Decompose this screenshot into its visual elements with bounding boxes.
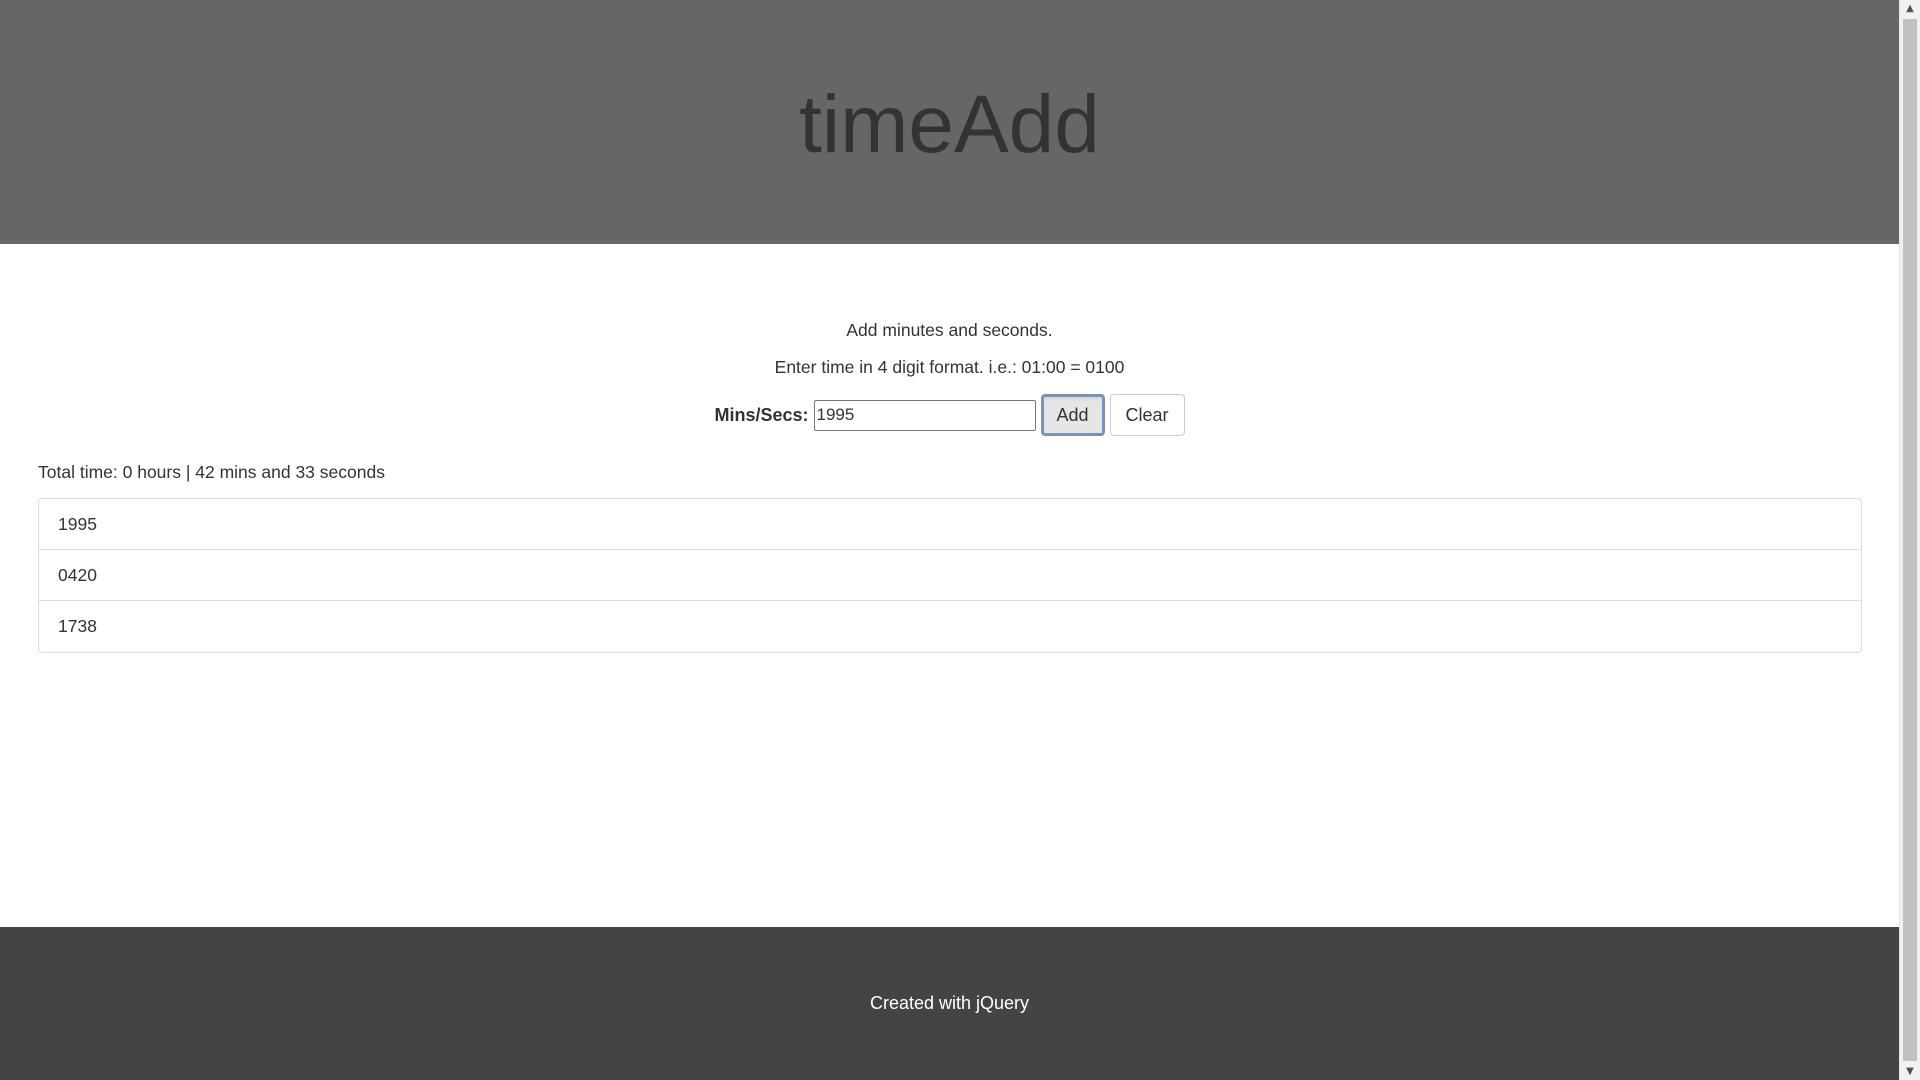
app-title: timeAdd bbox=[799, 79, 1100, 170]
list-item: 1995 bbox=[39, 499, 1861, 550]
footer-text: Created with jQuery bbox=[869, 993, 1030, 1013]
intro-text: Add minutes and seconds. bbox=[846, 320, 1053, 340]
add-button[interactable]: Add bbox=[1040, 394, 1105, 436]
clear-button[interactable]: Clear bbox=[1109, 394, 1185, 436]
page: timeAdd Add minutes and seconds. Enter t… bbox=[0, 0, 1899, 1080]
format-hint-text: Enter time in 4 digit format. i.e.: 01:0… bbox=[774, 357, 1125, 377]
mins-secs-input[interactable] bbox=[813, 399, 1036, 431]
list-item: 0420 bbox=[39, 550, 1861, 601]
mins-secs-label: Mins/Secs: bbox=[714, 404, 809, 425]
list-item: 1738 bbox=[58, 616, 97, 636]
time-entries-list: 1995 0420 1738 bbox=[38, 498, 1862, 653]
scroll-up-arrow-icon[interactable]: ▲ bbox=[1900, 0, 1920, 17]
vertical-scrollbar[interactable]: ▲ ▼ bbox=[1899, 0, 1920, 1080]
page-header: timeAdd bbox=[0, 0, 1899, 244]
time-entry-form: Mins/Secs: Add Clear bbox=[0, 394, 1899, 436]
page-footer: Created with jQuery bbox=[0, 927, 1899, 1080]
scrollbar-thumb[interactable] bbox=[1903, 19, 1917, 1061]
scroll-down-arrow-icon[interactable]: ▼ bbox=[1900, 1063, 1920, 1080]
total-time-text: Total time: 0 hours | 42 mins and 33 sec… bbox=[38, 462, 385, 482]
